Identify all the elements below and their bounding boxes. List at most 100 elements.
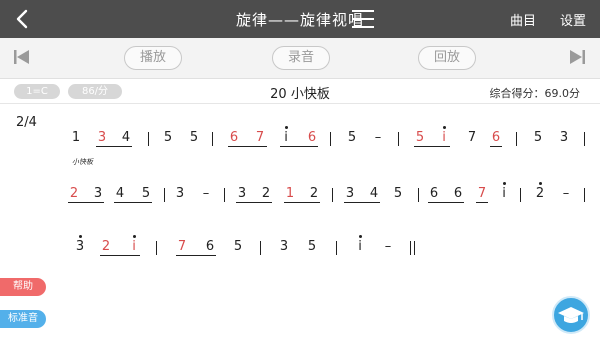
note: 4	[369, 186, 379, 201]
note: 1	[71, 130, 81, 145]
note: 3	[93, 186, 103, 201]
standard-pitch-button[interactable]: 标准音	[0, 310, 46, 328]
note: 1	[285, 186, 295, 201]
bar-line	[164, 188, 165, 202]
beam-line	[280, 146, 318, 147]
octave-dot	[79, 235, 82, 238]
bar-line	[148, 132, 149, 146]
note: 5	[307, 239, 317, 254]
graduation-cap-icon	[558, 307, 584, 323]
octave-dot	[503, 182, 506, 185]
header-bar: 旋律——旋律视唱 曲目 设置	[0, 0, 600, 38]
octave-dot	[285, 126, 288, 129]
note: 2	[309, 186, 319, 201]
beam-line	[490, 146, 502, 147]
catalog-link[interactable]: 曲目	[510, 10, 536, 29]
note: 5	[163, 130, 173, 145]
dash: –	[202, 186, 210, 201]
beam-line	[228, 146, 267, 147]
note: 5	[415, 130, 425, 145]
skip-next-icon[interactable]	[567, 47, 587, 67]
note: 2	[261, 186, 271, 201]
record-button[interactable]: 录音	[272, 46, 330, 70]
note: 7	[177, 239, 187, 254]
bar-line	[520, 188, 521, 202]
note: 5	[393, 186, 403, 201]
beam-line	[100, 255, 140, 256]
note: 3	[559, 130, 569, 145]
skip-previous-icon[interactable]	[12, 47, 32, 67]
note: i	[442, 130, 446, 145]
note: i	[284, 130, 288, 145]
beam-line	[344, 202, 380, 203]
octave-dot	[359, 235, 362, 238]
bar-line	[410, 241, 411, 255]
beam-line	[284, 202, 320, 203]
note: 3	[345, 186, 355, 201]
note: 6	[429, 186, 439, 201]
menu-icon[interactable]	[352, 10, 374, 28]
note: 5	[141, 186, 151, 201]
bar-line	[260, 241, 261, 255]
beam-line	[236, 202, 272, 203]
note: 3	[75, 239, 85, 254]
bar-line	[224, 188, 225, 202]
bar-line	[156, 241, 157, 255]
dash: –	[374, 130, 382, 145]
note: 7	[477, 186, 487, 201]
beam-line	[476, 202, 488, 203]
bar-line	[336, 241, 337, 255]
bar-line	[516, 132, 517, 146]
tempo-annotation: 小快板	[72, 158, 93, 166]
note: 3	[175, 186, 185, 201]
bar-line	[584, 132, 585, 146]
divider	[0, 103, 600, 104]
note: 7	[255, 130, 265, 145]
note: 6	[205, 239, 215, 254]
graduation-cap-button[interactable]	[552, 296, 590, 334]
note: 6	[491, 130, 501, 145]
note: 4	[115, 186, 125, 201]
bar-line	[212, 132, 213, 146]
note: 6	[453, 186, 463, 201]
beam-line	[96, 146, 132, 147]
note: 4	[121, 130, 131, 145]
note: 2	[101, 239, 111, 254]
note: 6	[229, 130, 239, 145]
note: 2	[69, 186, 79, 201]
bar-line	[332, 188, 333, 202]
settings-link[interactable]: 设置	[560, 10, 586, 29]
beam-line	[176, 255, 216, 256]
bar-line	[418, 188, 419, 202]
bar-line	[414, 241, 415, 255]
replay-button[interactable]: 回放	[418, 46, 476, 70]
octave-dot	[443, 126, 446, 129]
octave-dot	[133, 235, 136, 238]
note: 3	[97, 130, 107, 145]
score-label: 综合得分：69.0分	[489, 87, 581, 100]
note: 6	[307, 130, 317, 145]
play-button[interactable]: 播放	[124, 46, 182, 70]
bar-line	[330, 132, 331, 146]
note: 5	[533, 130, 543, 145]
time-signature: 2/4	[16, 115, 37, 130]
note: i	[502, 186, 506, 201]
note: 7	[467, 130, 477, 145]
note: 3	[279, 239, 289, 254]
beam-line	[68, 202, 104, 203]
playback-toolbar: 播放 录音 回放	[0, 38, 600, 79]
note: 5	[347, 130, 357, 145]
beam-line	[428, 202, 464, 203]
help-button[interactable]: 帮助	[0, 278, 46, 296]
beam-line	[114, 202, 152, 203]
note: 2	[535, 186, 545, 201]
dash: –	[562, 186, 570, 201]
octave-dot	[539, 182, 542, 185]
note: 5	[233, 239, 243, 254]
beam-line	[414, 146, 450, 147]
bar-line	[398, 132, 399, 146]
dash: –	[384, 239, 392, 254]
note: 3	[237, 186, 247, 201]
note: i	[132, 239, 136, 254]
note: i	[358, 239, 362, 254]
